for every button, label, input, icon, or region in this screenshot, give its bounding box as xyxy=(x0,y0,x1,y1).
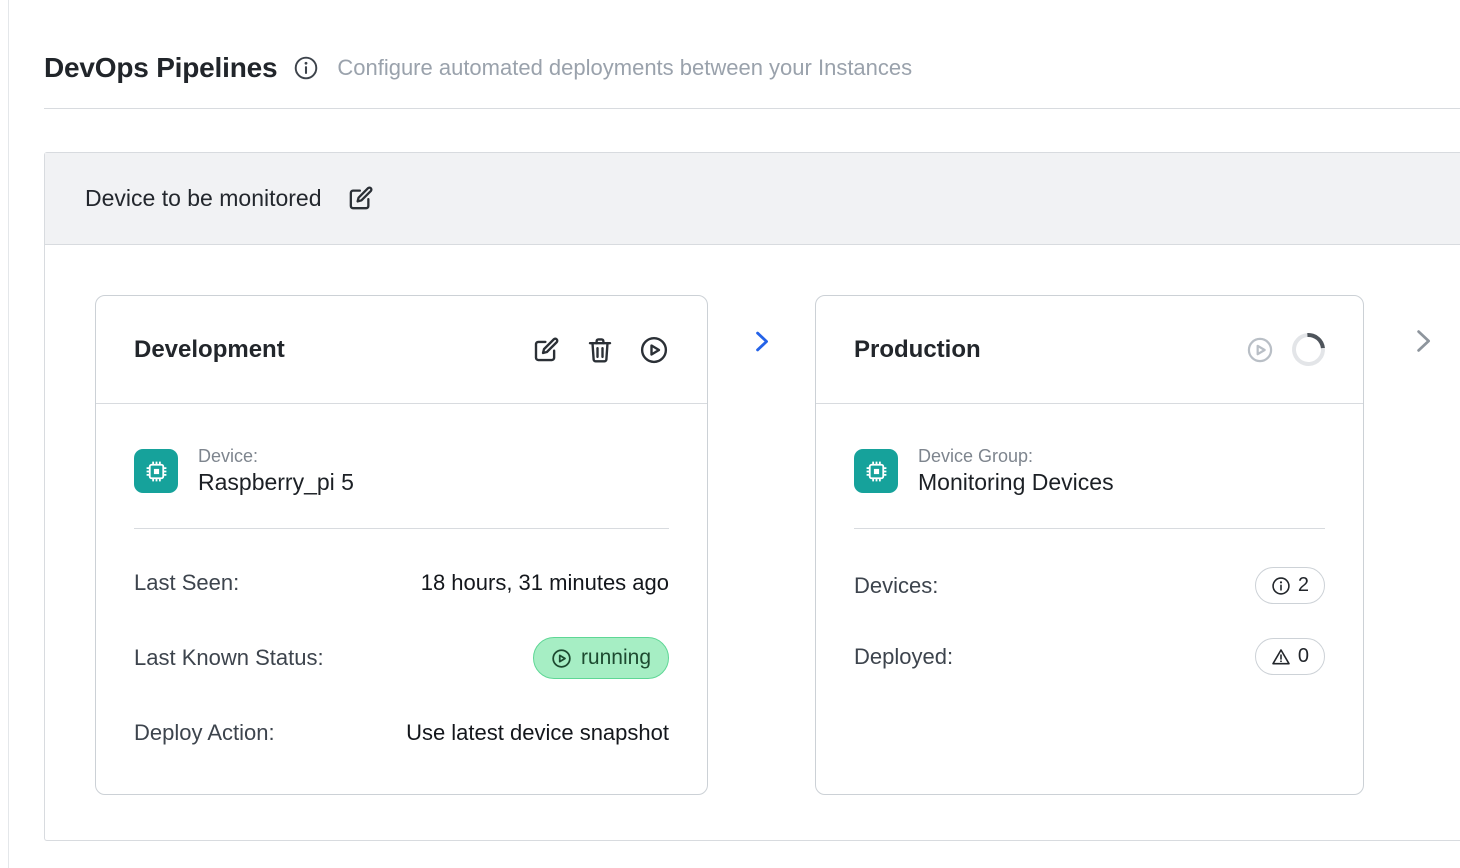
deployed-count-badge[interactable]: 0 xyxy=(1255,638,1325,675)
pipeline-canvas: Development xyxy=(45,245,1460,840)
panel-title: Device to be monitored xyxy=(85,185,322,212)
scroll-right-chevron-icon[interactable] xyxy=(1408,326,1438,356)
status-badge: running xyxy=(533,637,669,679)
pipeline-panel: Device to be monitored Development xyxy=(44,152,1460,841)
devices-row: Devices: 2 xyxy=(854,567,1325,604)
device-group-chip-icon xyxy=(854,449,898,493)
card-divider xyxy=(854,528,1325,529)
card-divider xyxy=(134,528,669,529)
content-left-divider xyxy=(8,0,9,868)
play-circle-icon xyxy=(1246,336,1274,364)
development-card-body: Device: Raspberry_pi 5 Last Seen: 18 hou… xyxy=(96,404,707,794)
pipeline-flow-arrow-icon xyxy=(748,328,775,355)
devices-count-badge[interactable]: 2 xyxy=(1255,567,1325,604)
devices-count: 2 xyxy=(1298,574,1309,597)
device-group-name: Monitoring Devices xyxy=(918,469,1114,496)
deployed-row: Deployed: 0 xyxy=(854,638,1325,675)
development-card: Development xyxy=(95,295,708,795)
panel-header: Device to be monitored xyxy=(45,153,1460,245)
production-card-header: Production xyxy=(816,296,1363,404)
page-header: DevOps Pipelines Configure automated dep… xyxy=(0,0,1460,109)
production-card-body: Device Group: Monitoring Devices Devices… xyxy=(816,404,1363,794)
production-card-title: Production xyxy=(854,336,981,364)
last-known-status-label: Last Known Status: xyxy=(134,645,324,671)
devices-label: Devices: xyxy=(854,573,938,599)
device-chip-icon xyxy=(134,449,178,493)
edit-development-button[interactable] xyxy=(531,335,561,365)
run-development-button[interactable] xyxy=(639,335,669,365)
device-name: Raspberry_pi 5 xyxy=(198,469,354,496)
device-group-label: Device Group: xyxy=(918,446,1114,467)
deployed-count: 0 xyxy=(1298,645,1309,668)
development-card-header: Development xyxy=(96,296,707,404)
last-seen-row: Last Seen: 18 hours, 31 minutes ago xyxy=(134,567,669,599)
trash-icon xyxy=(585,335,615,365)
device-group-summary: Device Group: Monitoring Devices xyxy=(854,446,1325,496)
status-badge-label: running xyxy=(581,646,651,670)
development-card-title: Development xyxy=(134,336,285,364)
deploy-action-value: Use latest device snapshot xyxy=(406,720,669,746)
run-production-button[interactable] xyxy=(1246,336,1274,364)
device-summary: Device: Raspberry_pi 5 xyxy=(134,446,669,496)
warning-triangle-icon xyxy=(1271,647,1291,667)
production-card: Production Device Group: xyxy=(815,295,1364,795)
page-title: DevOps Pipelines xyxy=(44,52,277,84)
deploy-action-label: Deploy Action: xyxy=(134,720,275,746)
delete-development-button[interactable] xyxy=(585,335,615,365)
last-known-status-row: Last Known Status: running xyxy=(134,637,669,679)
info-icon[interactable] xyxy=(293,55,319,81)
edit-pipeline-name-button[interactable] xyxy=(346,184,375,213)
header-divider xyxy=(44,108,1460,109)
page-subtitle: Configure automated deployments between … xyxy=(337,55,912,81)
play-circle-icon xyxy=(551,648,572,669)
play-circle-icon xyxy=(639,335,669,365)
deploy-action-row: Deploy Action: Use latest device snapsho… xyxy=(134,717,669,749)
last-seen-label: Last Seen: xyxy=(134,570,239,596)
device-label: Device: xyxy=(198,446,354,467)
edit-icon xyxy=(346,184,375,213)
last-seen-value: 18 hours, 31 minutes ago xyxy=(421,570,669,596)
info-icon xyxy=(1271,576,1291,596)
deployed-label: Deployed: xyxy=(854,644,953,670)
loading-spinner-icon xyxy=(1285,326,1331,372)
edit-icon xyxy=(531,335,561,365)
